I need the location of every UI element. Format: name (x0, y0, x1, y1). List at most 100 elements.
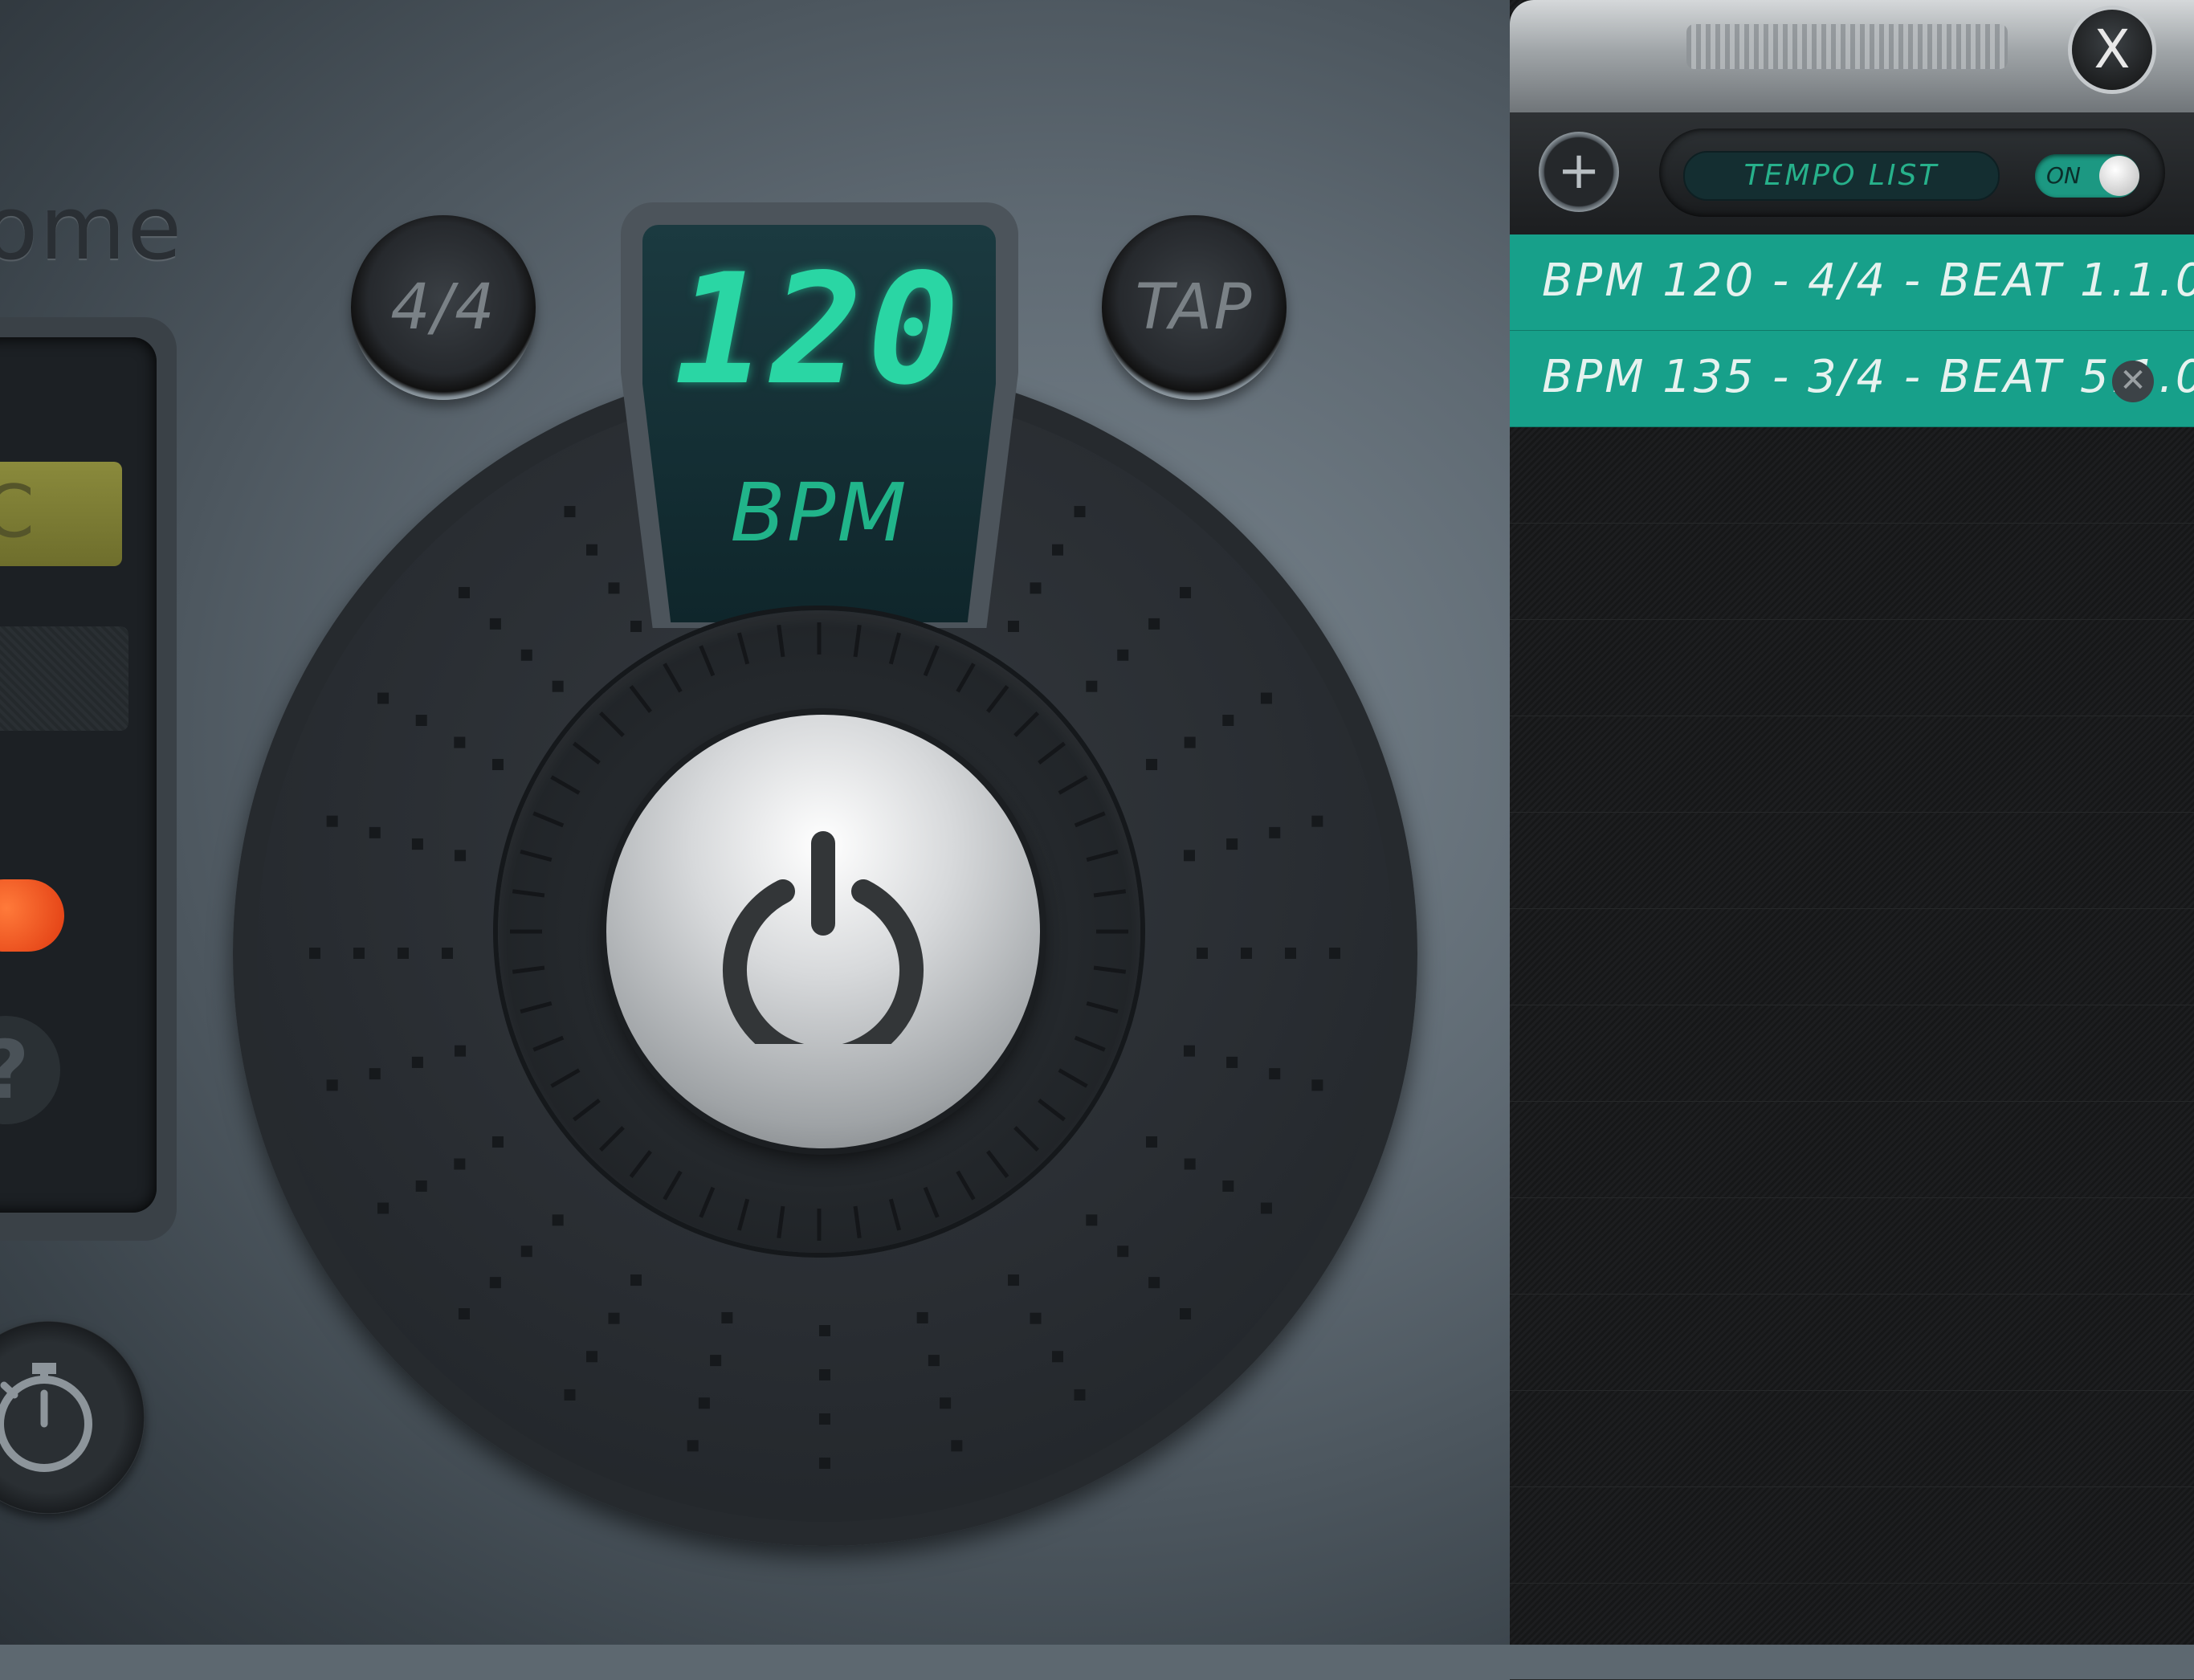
dial-dot (928, 1355, 940, 1367)
header-grille (1686, 24, 2008, 69)
dial-dot (819, 1413, 830, 1425)
ring-tick (598, 711, 625, 737)
ring-tick (532, 811, 565, 828)
dial-dot (377, 1202, 389, 1214)
dial-dot (1074, 1388, 1086, 1401)
empty-list-row (1510, 716, 2194, 813)
tempo-entry-label: BPM 135 - 3/4 - BEAT 5.1.0 (1542, 351, 2194, 403)
ring-tick (629, 1150, 652, 1178)
toggle-label: ON (2046, 162, 2081, 189)
dial-dot (687, 1440, 699, 1452)
tap-tempo-button[interactable]: TAP (1102, 215, 1287, 400)
dial-dot (1008, 1274, 1019, 1287)
ring-tick (777, 624, 785, 658)
dial-dot (454, 736, 466, 748)
ring-tick (736, 1198, 750, 1231)
help-label: ? (0, 1023, 30, 1117)
dial-dot (1311, 1079, 1323, 1091)
ring-tick (1086, 849, 1119, 862)
dial-dot (1183, 850, 1195, 862)
dial-dot (1148, 1277, 1160, 1289)
empty-list-row (1510, 427, 2194, 524)
ring-tick (956, 1170, 976, 1201)
dial-dot (1226, 1056, 1238, 1068)
bpm-value: 120 (674, 241, 964, 418)
dial-dot (1146, 1136, 1158, 1148)
empty-list-row (1510, 1487, 2194, 1584)
dial-dot (819, 1325, 830, 1336)
ring-tick (520, 849, 553, 862)
dial-dot (710, 1355, 722, 1367)
dial-dot (721, 1311, 733, 1323)
side-lcd-glyph: C (0, 470, 35, 554)
tempo-entry-label: BPM 120 - 4/4 - BEAT 1.1.0 (1542, 255, 2194, 307)
dial-dot (1183, 1045, 1195, 1057)
empty-list-row (1510, 1005, 2194, 1102)
ring-tick (888, 632, 902, 665)
dial-dot (454, 1158, 466, 1170)
ring-tick (986, 1150, 1009, 1178)
dial-dot (1260, 692, 1272, 704)
power-icon (723, 831, 924, 1044)
dial-dot (608, 1312, 620, 1324)
ring-tick (853, 624, 862, 658)
stopwatch-button[interactable] (0, 1321, 145, 1514)
dial-dot (1148, 618, 1160, 630)
dial-dot (458, 586, 470, 598)
delete-entry-icon[interactable]: ✕ (2112, 361, 2154, 402)
ring-tick (550, 775, 581, 795)
dial-dot (819, 1369, 830, 1380)
dial-dot (1241, 948, 1252, 959)
time-signature-button[interactable]: 4/4 (351, 215, 536, 400)
dial-dot (1269, 826, 1281, 838)
tempo-list-panel: X + TEMPO LIST ON BPM 120 - 4/4 - BEAT 1… (1510, 0, 2194, 1680)
tempo-list-toolbar: + TEMPO LIST ON (1510, 112, 2194, 234)
ring-tick (663, 663, 683, 693)
dial-dot (1197, 948, 1208, 959)
ring-tick (532, 1035, 565, 1052)
ring-tick (956, 663, 976, 693)
dial-dot (564, 1388, 576, 1401)
ring-tick (1093, 889, 1127, 898)
tempo-list-item[interactable]: BPM 120 - 4/4 - BEAT 1.1.0 (1510, 234, 2194, 331)
dial-dot (586, 1351, 597, 1363)
dial-dot (455, 850, 467, 862)
ring-tick (1086, 1001, 1119, 1014)
dial-dot (1184, 736, 1196, 748)
dial-dot (1311, 815, 1323, 827)
ring-tick (512, 889, 545, 898)
ring-tick (1038, 741, 1066, 765)
dial-dot (1329, 948, 1340, 959)
ring-tick (550, 1068, 581, 1088)
ring-tick (699, 645, 716, 677)
empty-list-row (1510, 1295, 2194, 1391)
dial-dot (411, 838, 423, 850)
ring-tick (598, 1126, 625, 1152)
ring-tick (629, 685, 652, 713)
ring-tick (1013, 711, 1040, 737)
tempo-list-toggle[interactable]: ON (2035, 154, 2139, 198)
stopwatch-icon (0, 1363, 92, 1472)
ring-tick (1058, 775, 1088, 795)
empty-list-row (1510, 1198, 2194, 1295)
app-brand-label: ome (0, 177, 184, 279)
tempo-list-item[interactable]: BPM 135 - 3/4 - BEAT 5.1.0 ✕ (1510, 331, 2194, 427)
side-grid-pad[interactable] (0, 626, 128, 731)
dial-dot (415, 715, 427, 726)
dial-dot (951, 1440, 963, 1452)
dial-dot (415, 1180, 427, 1192)
dial-dot (411, 1056, 423, 1068)
toggle-knob[interactable] (2099, 156, 2139, 196)
add-tempo-button[interactable]: + (1539, 132, 1619, 212)
empty-list-row (1510, 620, 2194, 716)
empty-list-row (1510, 1391, 2194, 1487)
ring-tick (853, 1205, 862, 1239)
power-button[interactable] (606, 715, 1040, 1148)
tempo-list-title: TEMPO LIST (1683, 151, 2000, 201)
dial-dot (458, 1308, 470, 1320)
empty-list-row (1510, 524, 2194, 620)
ring-tick (512, 965, 545, 974)
ring-tick (1038, 1099, 1066, 1122)
dial-dot (698, 1397, 710, 1409)
close-button[interactable]: X (2072, 10, 2152, 90)
